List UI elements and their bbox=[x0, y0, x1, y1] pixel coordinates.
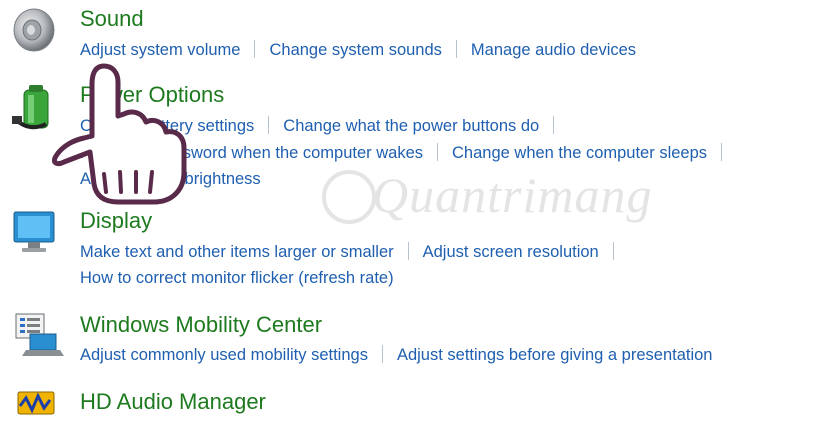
link-mobility-settings[interactable]: Adjust commonly used mobility settings bbox=[80, 346, 368, 364]
separator bbox=[437, 143, 439, 161]
link-row: Make text and other items larger or smal… bbox=[80, 242, 628, 262]
section-title-hd-audio-manager[interactable]: HD Audio Manager bbox=[80, 389, 266, 415]
separator bbox=[612, 242, 614, 260]
mobility-center-icon[interactable] bbox=[10, 308, 66, 360]
speaker-icon[interactable] bbox=[10, 6, 66, 58]
separator bbox=[254, 40, 256, 58]
separator bbox=[381, 345, 383, 363]
hand-pointer-icon bbox=[34, 56, 194, 211]
monitor-icon[interactable] bbox=[10, 206, 66, 258]
audio-manager-icon[interactable] bbox=[10, 388, 66, 440]
separator bbox=[553, 116, 555, 134]
section-title-display[interactable]: Display bbox=[80, 208, 152, 234]
link-manage-audio-devices[interactable]: Manage audio devices bbox=[471, 41, 636, 59]
link-presentation-settings[interactable]: Adjust settings before giving a presenta… bbox=[397, 346, 713, 364]
separator bbox=[455, 40, 457, 58]
link-change-system-sounds[interactable]: Change system sounds bbox=[269, 41, 441, 59]
separator bbox=[268, 116, 270, 134]
link-make-text-larger[interactable]: Make text and other items larger or smal… bbox=[80, 243, 394, 261]
link-adjust-screen-resolution[interactable]: Adjust screen resolution bbox=[423, 243, 599, 261]
section-title-sound[interactable]: Sound bbox=[80, 6, 144, 32]
section-title-mobility-center[interactable]: Windows Mobility Center bbox=[80, 312, 322, 338]
link-row: How to correct monitor flicker (refresh … bbox=[80, 269, 394, 288]
link-monitor-flicker[interactable]: How to correct monitor flicker (refresh … bbox=[80, 269, 394, 287]
watermark: Quantrimang bbox=[372, 167, 653, 223]
watermark-logo-icon bbox=[322, 170, 376, 224]
link-row: Adjust commonly used mobility settings Ad… bbox=[80, 345, 712, 365]
separator bbox=[721, 143, 723, 161]
link-change-when-sleeps[interactable]: Change when the computer sleeps bbox=[452, 144, 707, 162]
separator bbox=[407, 242, 409, 260]
link-change-power-buttons[interactable]: Change what the power buttons do bbox=[283, 117, 539, 135]
